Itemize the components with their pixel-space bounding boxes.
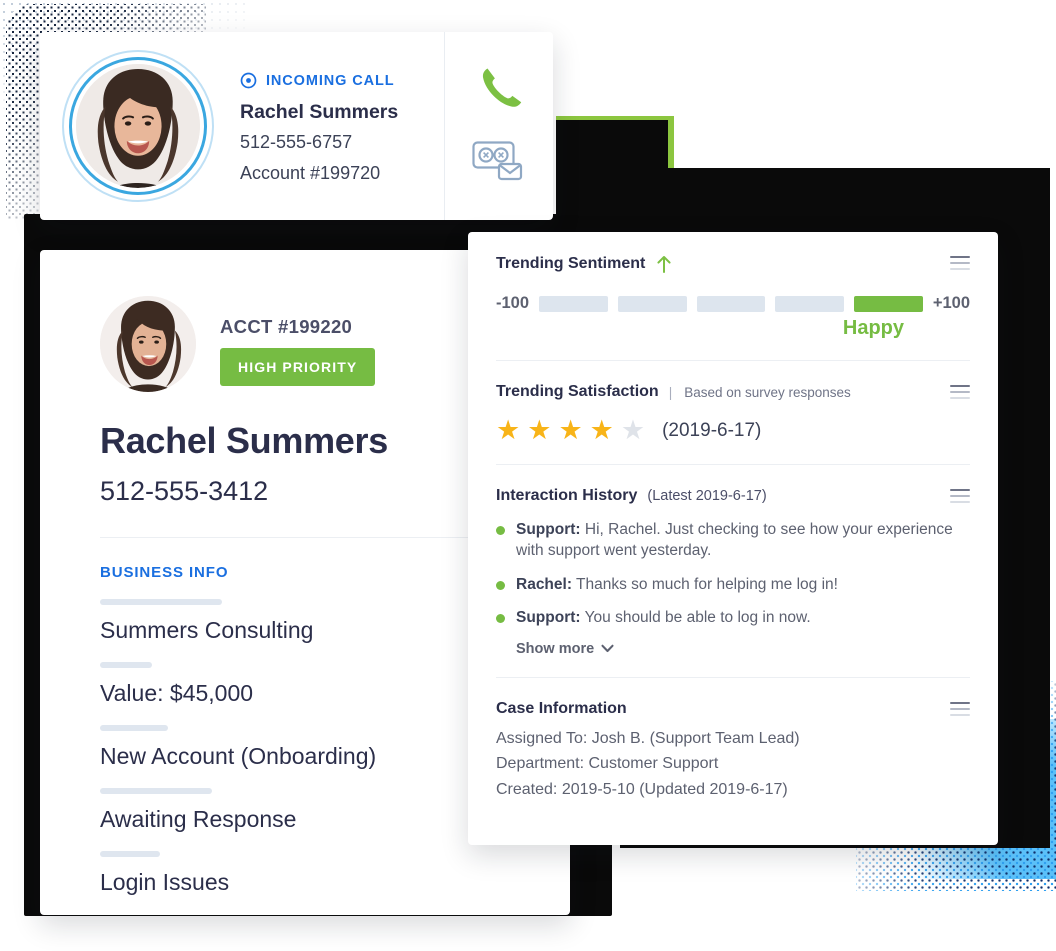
caller-phone: 512-555-6757 (240, 132, 353, 152)
case-created: Created: 2019-5-10 (Updated 2019-6-17) (496, 781, 788, 799)
incoming-call-label: INCOMING CALL (266, 72, 395, 89)
satisfaction-separator: | (668, 384, 673, 400)
placeholder-bar (100, 599, 222, 605)
case-information-title: Case Information (496, 699, 627, 717)
list-item: Login Issues (100, 851, 570, 896)
case-information-section: Case Information Assigned To: Josh B. (S… (496, 678, 970, 804)
voicemail-envelope-icon[interactable] (471, 136, 527, 184)
interaction-message: Rachel: Thanks so much for helping me lo… (516, 574, 838, 595)
list-item: Support: Hi, Rachel. Just checking to se… (496, 519, 970, 562)
placeholder-bar (100, 725, 168, 731)
sentiment-max-label: +100 (932, 294, 971, 312)
sentiment-segment[interactable] (696, 295, 766, 312)
trending-sentiment-title: Trending Sentiment (496, 255, 646, 272)
caller-avatar-photo (76, 64, 200, 188)
caller-info: INCOMING CALL Rachel Summers 512-555-675… (240, 68, 398, 184)
interaction-history-subtitle: (Latest 2019-6-17) (647, 488, 767, 504)
message-speaker: Support: (516, 521, 581, 538)
sentiment-mood-label: Happy (842, 317, 904, 339)
star-icon[interactable]: ★ (590, 417, 614, 444)
list-item: Support: You should be able to log in no… (496, 607, 970, 628)
satisfaction-date: (2019-6-17) (662, 419, 762, 441)
target-dot-icon (240, 72, 257, 89)
interaction-message-list: Support: Hi, Rachel. Just checking to se… (496, 519, 970, 629)
business-info-value: Login Issues (100, 869, 230, 895)
interaction-message: Support: You should be able to log in no… (516, 607, 811, 628)
incoming-call-card: INCOMING CALL Rachel Summers 512-555-675… (40, 32, 553, 220)
hamburger-menu-icon[interactable] (950, 256, 970, 270)
show-more-button[interactable]: Show more (516, 641, 970, 657)
incoming-call-main: INCOMING CALL Rachel Summers 512-555-675… (40, 32, 444, 220)
sentiment-segment[interactable] (775, 295, 845, 312)
sentiment-segment[interactable] (539, 295, 608, 312)
caller-name: Rachel Summers (240, 101, 399, 123)
show-more-label: Show more (516, 640, 595, 657)
message-body: You should be able to log in now. (580, 609, 811, 627)
list-item: Rachel: Thanks so much for helping me lo… (496, 574, 970, 595)
trending-sentiment-header: Trending Sentiment (496, 254, 970, 274)
caller-avatar-ring-inner (69, 57, 207, 195)
message-body: Hi, Rachel. Just checking to see how you… (516, 521, 953, 560)
message-speaker: Support: (516, 609, 581, 627)
chevron-down-icon (601, 644, 614, 653)
interaction-history-header: Interaction History (Latest 2019-6-17) (496, 487, 970, 505)
caller-account-number: Account #199720 (240, 163, 381, 183)
case-department: Department: Customer Support (496, 755, 719, 773)
star-icon-empty[interactable]: ★ (621, 417, 645, 444)
hamburger-menu-icon[interactable] (950, 489, 970, 503)
arrow-up-icon (657, 256, 671, 273)
star-icon[interactable]: ★ (558, 417, 582, 444)
bullet-dot-icon (496, 526, 505, 535)
high-priority-badge[interactable]: HIGH PRIORITY (220, 348, 376, 386)
case-information-header: Case Information (496, 700, 970, 718)
interaction-history-title: Interaction History (496, 487, 638, 504)
placeholder-bar (100, 851, 160, 857)
caller-avatar-ring (62, 50, 214, 202)
trending-satisfaction-title: Trending Satisfaction (496, 383, 659, 400)
placeholder-bar (100, 788, 212, 794)
call-action-bar (444, 32, 553, 220)
sentiment-min-label: -100 (496, 294, 530, 312)
interaction-message: Support: Hi, Rachel. Just checking to se… (516, 519, 970, 562)
interaction-history-section: Interaction History (Latest 2019-6-17) S… (496, 465, 970, 678)
avatar-portrait-illustration (76, 64, 200, 188)
phone-handset-icon[interactable] (471, 58, 527, 114)
customer-account-number: ACCT #199220 (220, 316, 353, 337)
customer-account-block: ACCT #199220 HIGH PRIORITY (220, 296, 376, 386)
trending-sentiment-section: Trending Sentiment -100 +100 Happy (496, 232, 970, 361)
sentiment-segment-active[interactable] (854, 295, 923, 312)
screenshot-stage: INCOMING CALL Rachel Summers 512-555-675… (0, 0, 1056, 951)
avatar-portrait-illustration (100, 296, 196, 392)
bullet-dot-icon (496, 614, 505, 624)
message-speaker: Rachel: (516, 575, 572, 593)
hamburger-menu-icon[interactable] (950, 701, 970, 716)
satisfaction-rating: ★ ★ ★ ★ ★ (2019-6-17) (496, 417, 970, 444)
case-assigned-to: Assigned To: Josh B. (Support Team Lead) (496, 729, 800, 747)
sentiment-segment[interactable] (617, 295, 687, 312)
case-information-lines: Assigned To: Josh B. (Support Team Lead)… (496, 726, 970, 804)
bullet-dot-icon (496, 580, 505, 590)
star-icon[interactable]: ★ (527, 417, 551, 444)
star-icon[interactable]: ★ (496, 417, 520, 444)
sentiment-scale: -100 +100 (496, 294, 970, 313)
hamburger-menu-icon[interactable] (950, 385, 970, 399)
trending-satisfaction-header: Trending Satisfaction | Based on survey … (496, 383, 970, 401)
satisfaction-subtitle: Based on survey responses (684, 384, 851, 400)
placeholder-bar (100, 662, 152, 668)
incoming-call-status: INCOMING CALL (240, 72, 398, 89)
customer-detail-panel: Trending Sentiment -100 +100 Happy Trend… (468, 232, 998, 845)
message-body: Thanks so much for helping me log in! (572, 575, 838, 593)
customer-avatar (100, 296, 196, 392)
trending-satisfaction-section: Trending Satisfaction | Based on survey … (496, 361, 970, 465)
